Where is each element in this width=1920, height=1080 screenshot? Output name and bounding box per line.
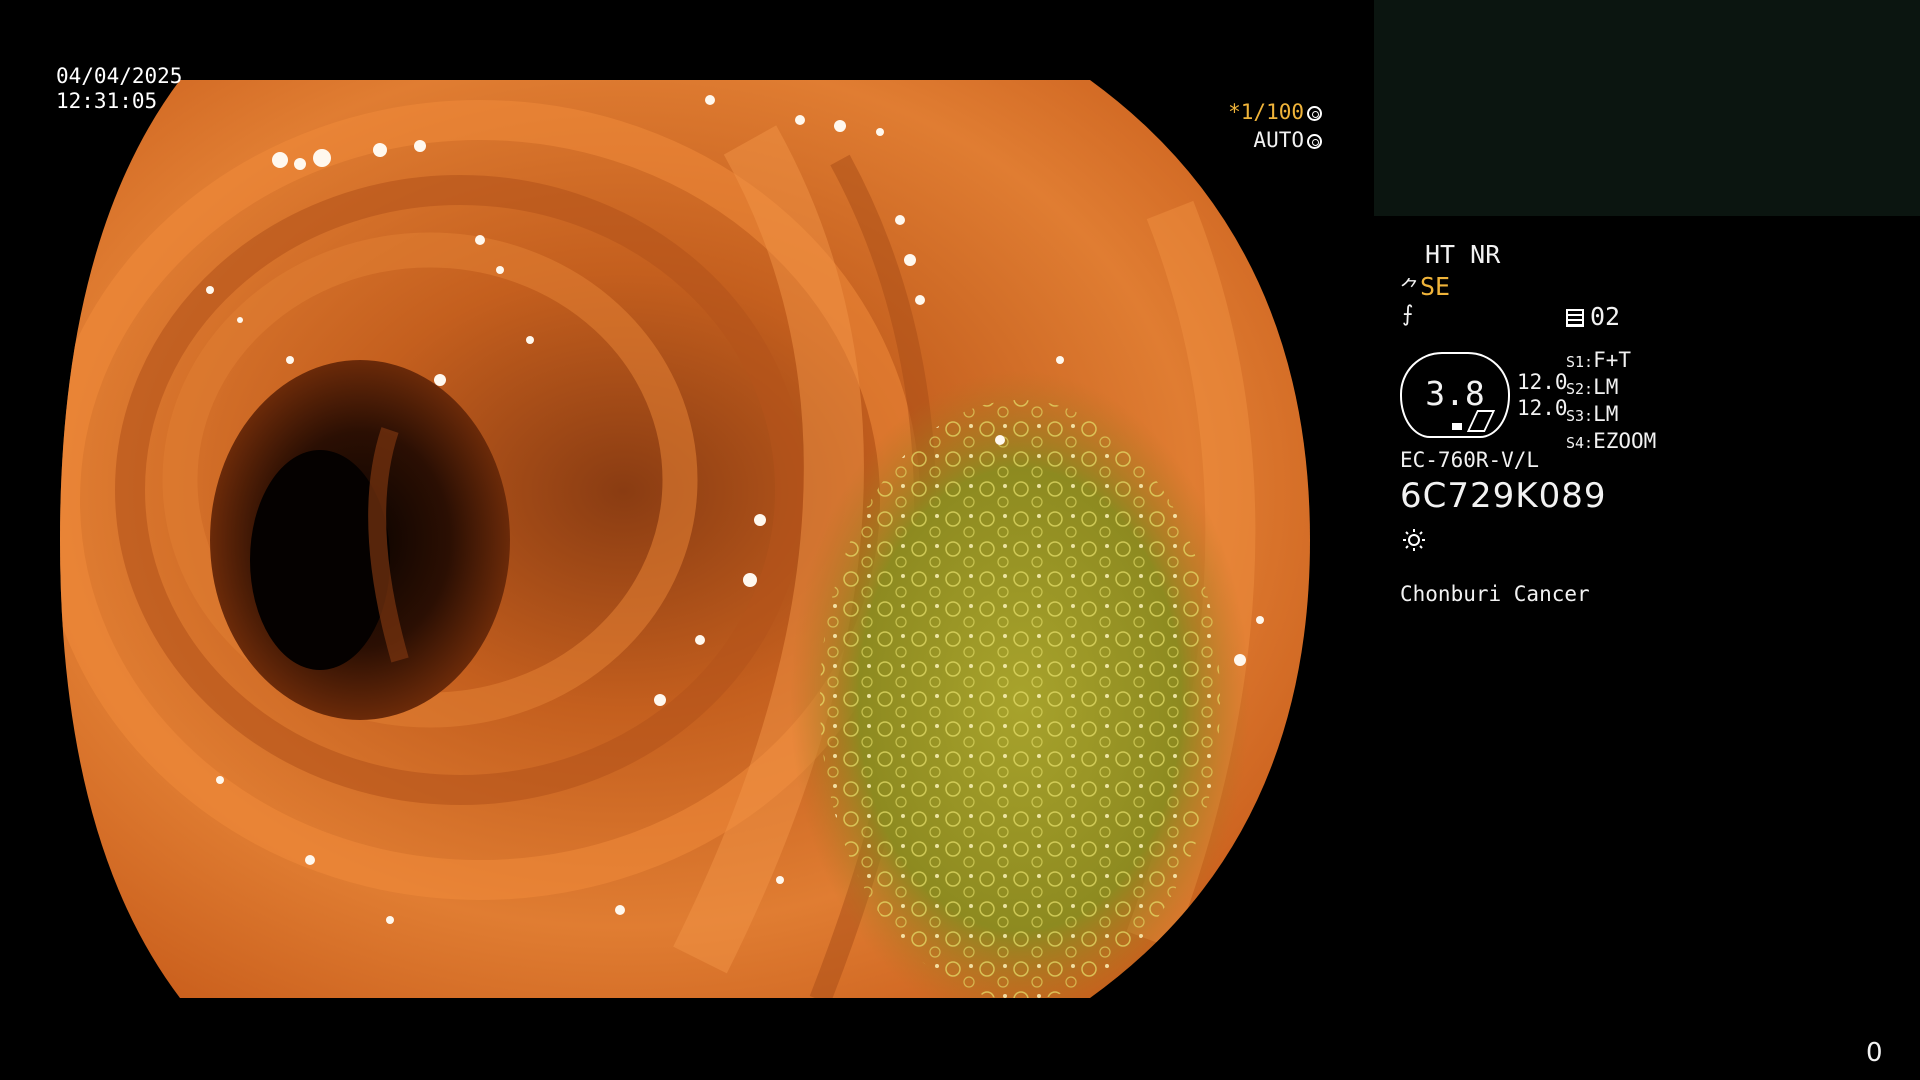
shutter-row: *1/100 [1212,98,1322,126]
structure-enhance-row: ⺈SE [1400,272,1450,301]
auto-label: AUTO [1253,128,1304,152]
scope-serial: 6C729K089 [1400,476,1607,516]
datetime-display: 04/04/2025 12:31:05 [56,64,182,114]
scope-model: EC-760R-V/L [1400,448,1540,472]
zoom-indicator: 3.8 [1400,352,1510,438]
memo-number: 02 [1590,302,1621,331]
setting-row: S4:EZOOM [1566,429,1657,453]
zoom-value: 3.8 [1425,374,1485,413]
scale-top: 12.0 [1517,370,1568,394]
setting-row: S1:F+T [1566,348,1632,372]
setting-row: S3:LM [1566,402,1619,426]
zoom-slash-icon [1466,410,1496,432]
settings-list: S1:F+T S2:LM S3:LM S4:EZOOM [1566,348,1656,456]
mode-indicators: HT NR [1425,240,1501,269]
auto-row: AUTO [1212,126,1322,154]
thumbnail-area [1374,0,1920,216]
endoscopy-monitor: 04/04/2025 12:31:05 *1/100 AUTO HT NR ⺈S… [0,0,1920,1080]
iris-icon [1307,134,1322,149]
endoscopic-image [60,60,1312,1018]
memo-row: 02 [1566,302,1620,331]
image-counter: 0 [1866,1038,1883,1068]
time-text: 12:31:05 [56,89,158,113]
setting-row: S2:LM [1566,375,1619,399]
zoom-mark-icon [1452,423,1462,430]
structure-enhance-label: SE [1420,272,1451,301]
aperture-icon [1307,106,1322,121]
date-text: 04/04/2025 [56,64,183,88]
shutter-speed: *1/100 [1228,100,1304,124]
contrast-icon: ⨍ [1402,302,1414,327]
memo-icon [1566,309,1584,327]
hospital-name: Chonburi Cancer [1400,582,1590,606]
scale-bottom: 12.0 [1517,396,1568,420]
sun-icon [1403,529,1425,551]
enhance-icon: ⺈ [1400,276,1420,300]
exposure-info: *1/100 AUTO [1212,98,1322,154]
